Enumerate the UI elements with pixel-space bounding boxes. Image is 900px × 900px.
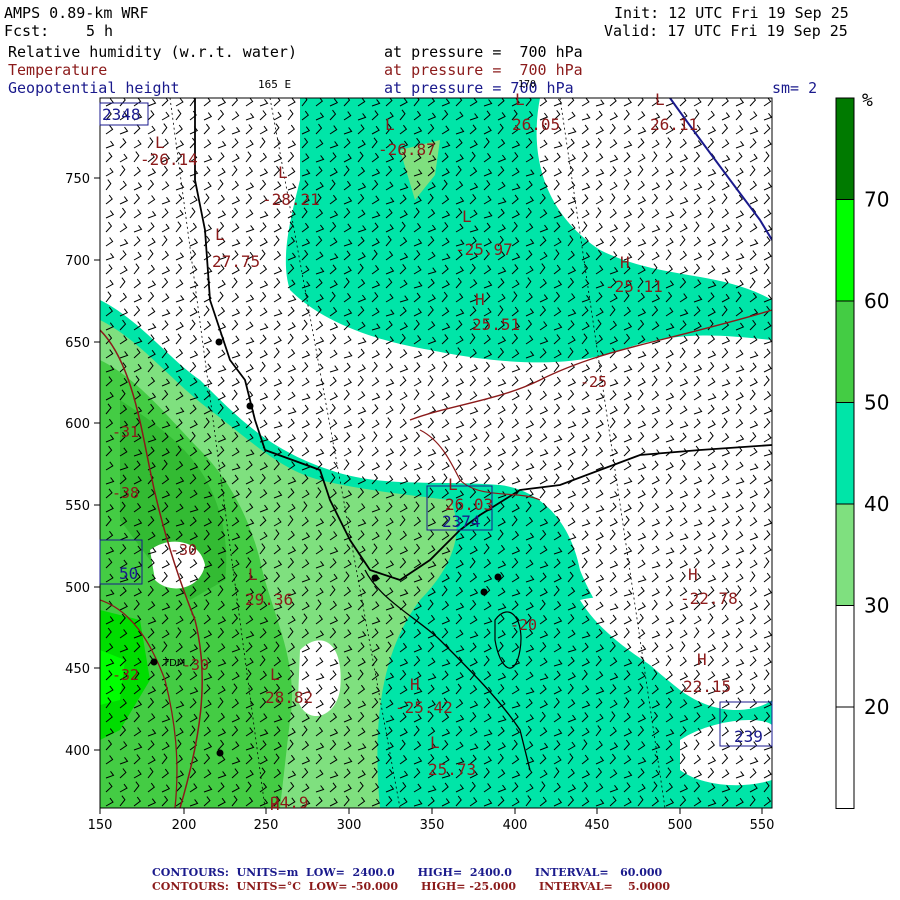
contour-value: -32: [112, 666, 139, 684]
low-marker: L: [278, 163, 288, 182]
colorbar-tick-label: 60: [864, 289, 889, 313]
footer-line-temp: CONTOURS: UNITS=°C LOW= -50.000 HIGH= -2…: [152, 880, 671, 893]
high-value: -22.78: [680, 589, 738, 608]
low-value: -26.14: [140, 150, 198, 169]
y-tick-label: 500: [65, 581, 90, 596]
high-marker: H: [697, 650, 707, 669]
low-marker: L: [430, 733, 440, 752]
low-value: -28.21: [262, 190, 320, 209]
colorbar-tick-label: 20: [864, 695, 889, 719]
footer-line-height: CONTOURS: UNITS=m LOW= 2400.0 HIGH= 2400…: [152, 866, 663, 879]
station-dot: [480, 588, 488, 596]
colorbar-tick-label: 50: [864, 391, 889, 415]
low-value: 26.03: [445, 495, 493, 514]
x-tick-label: 400: [503, 818, 528, 833]
low-value: -26.87: [378, 140, 436, 159]
y-axis: 750 700 650 600 550 500 450 400: [65, 172, 100, 759]
colorbar: 70 60 50 40 30 20: [835, 97, 889, 809]
low-marker: L: [515, 90, 525, 109]
high-value: 22.15: [683, 677, 731, 696]
contour-value: -20: [510, 616, 537, 634]
station-dot: [150, 658, 158, 666]
y-tick-label: 750: [65, 172, 90, 187]
low-value: -25.97: [455, 240, 513, 259]
station-dot: [494, 573, 502, 581]
low-marker: L: [270, 665, 280, 684]
high-value: 25.51: [472, 315, 520, 334]
y-tick-label: 450: [65, 662, 90, 677]
high-marker: H: [410, 675, 420, 694]
station-dot: [246, 402, 254, 410]
high-value: -25.42: [395, 698, 453, 717]
x-tick-label: 500: [668, 818, 693, 833]
height-label: 239: [734, 727, 763, 746]
colorbar-segment: [835, 503, 855, 606]
low-marker: L: [655, 90, 665, 109]
height-label: 50: [119, 564, 138, 583]
y-tick-label: 600: [65, 417, 90, 432]
high-value: 24.9: [270, 793, 309, 812]
height-label: 2348: [102, 105, 141, 124]
x-tick-label: 550: [750, 818, 775, 833]
low-marker: L: [385, 115, 395, 134]
contour-value: -31: [112, 423, 139, 441]
low-marker: L: [248, 565, 258, 584]
station-dot: [371, 574, 379, 582]
colorbar-tick-label: 40: [864, 492, 889, 516]
x-tick-label: 150: [88, 818, 113, 833]
x-tick-label: 350: [420, 818, 445, 833]
contour-value: -38: [112, 484, 139, 502]
contour-value: -30: [182, 656, 209, 674]
colorbar-unit: %: [862, 90, 873, 111]
high-marker: H: [475, 290, 485, 309]
high-marker: H: [620, 253, 630, 272]
colorbar-segment: [835, 97, 855, 200]
contour-value: -25: [580, 373, 607, 391]
low-marker: L: [462, 207, 472, 226]
y-tick-label: 400: [65, 744, 90, 759]
colorbar-tick-label: 70: [864, 188, 889, 212]
high-marker: H: [688, 565, 698, 584]
station-dot: [215, 338, 223, 346]
y-tick-label: 650: [65, 336, 90, 351]
low-value: 29.36: [245, 590, 293, 609]
x-axis: 150 200 250 300 350 400 450 500 550: [88, 808, 775, 833]
colorbar-segment: [835, 706, 855, 809]
low-marker: L: [448, 475, 458, 494]
y-tick-label: 700: [65, 254, 90, 269]
low-value: 28.82: [265, 688, 313, 707]
low-value: 25.73: [428, 760, 476, 779]
low-value: 26.05: [512, 115, 560, 134]
y-tick-label: 550: [65, 499, 90, 514]
low-marker: L: [215, 225, 225, 244]
x-tick-label: 300: [337, 818, 362, 833]
station-dot: [216, 749, 224, 757]
weather-map: 150 200 250 300 350 400 450 500 550 750 700 650 600…: [65, 90, 889, 833]
colorbar-segment: [835, 300, 855, 403]
low-value: 27.75: [212, 252, 260, 271]
colorbar-segment: [835, 605, 855, 708]
contour-value: -30: [170, 541, 197, 559]
low-value: 26.11: [650, 115, 698, 134]
x-tick-label: 450: [585, 818, 610, 833]
high-value: -25.11: [605, 277, 663, 296]
colorbar-tick-label: 30: [864, 594, 889, 618]
height-label: 2374: [442, 512, 481, 531]
x-tick-label: 250: [254, 818, 279, 833]
colorbar-segment: [835, 402, 855, 505]
x-tick-label: 200: [172, 818, 197, 833]
colorbar-segment: [835, 199, 855, 302]
